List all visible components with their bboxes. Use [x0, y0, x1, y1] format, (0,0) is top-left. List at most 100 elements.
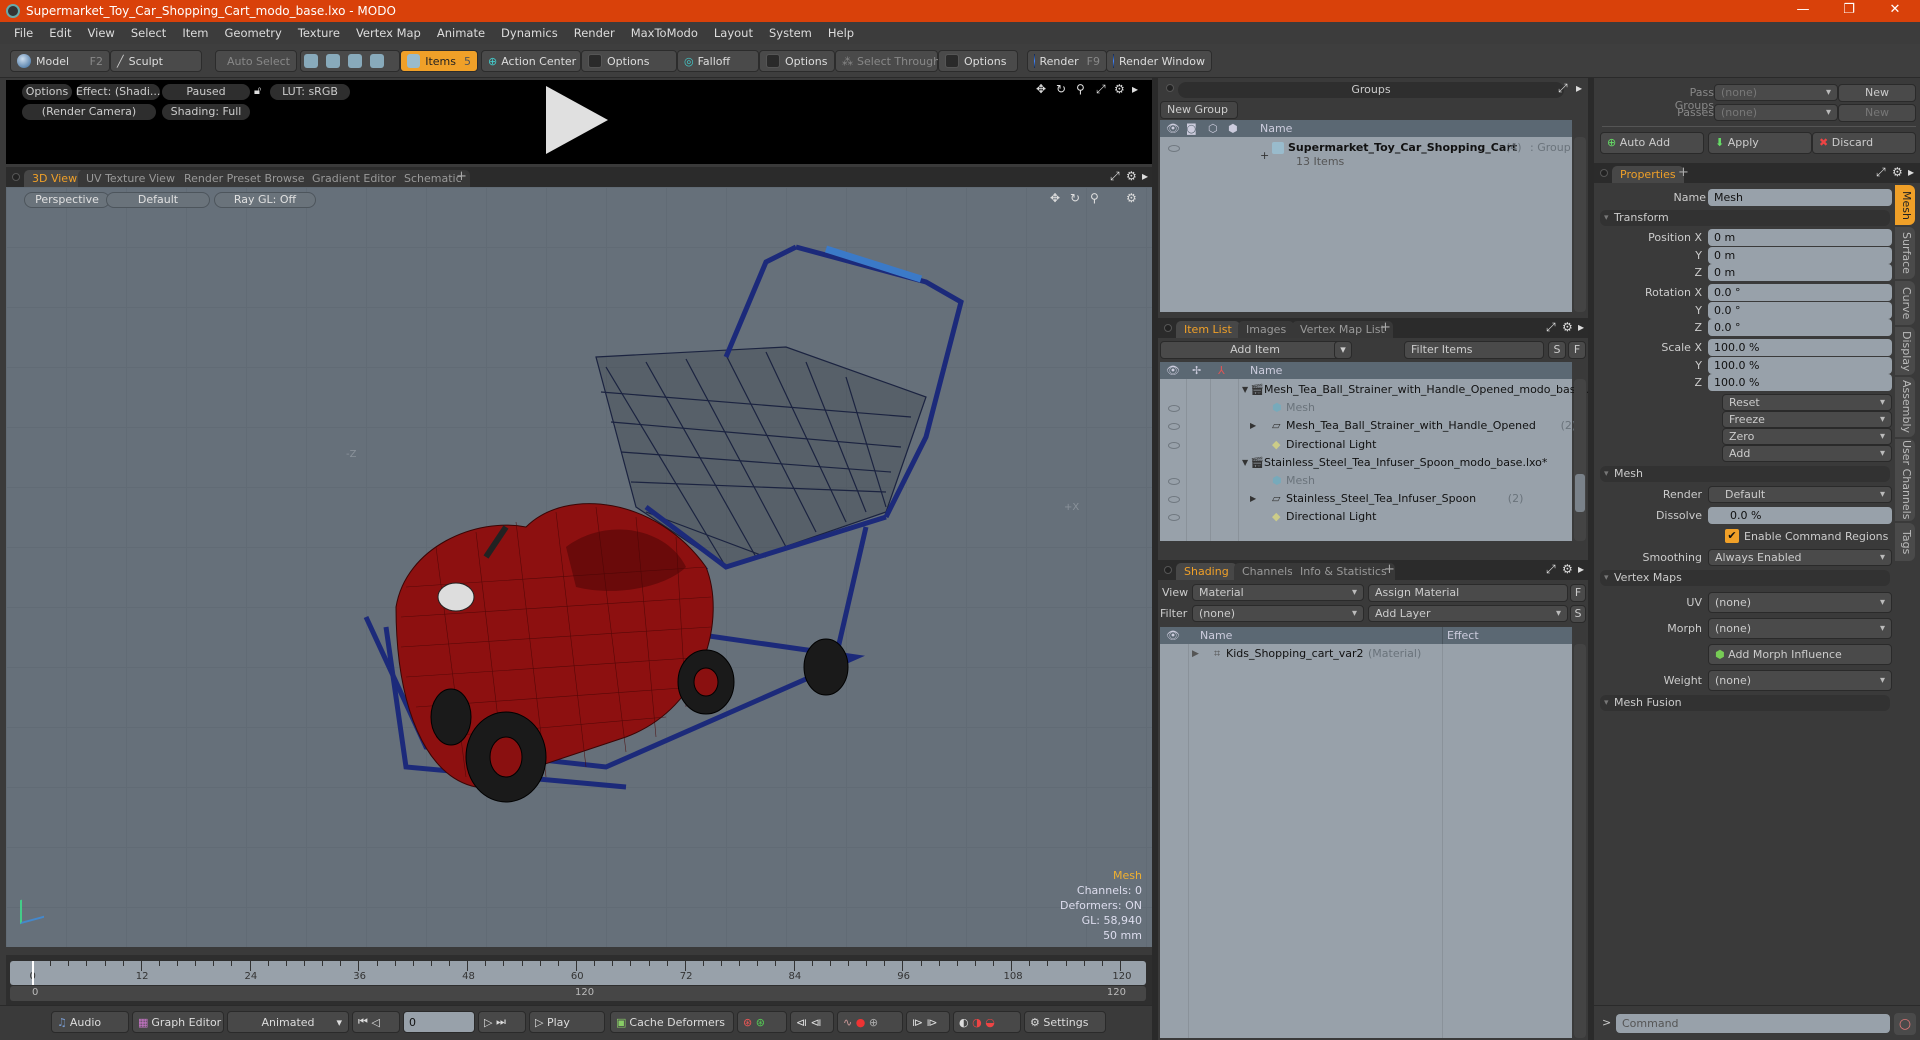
materials-mode-icon[interactable]: [370, 54, 384, 68]
expand-arrow-icon[interactable]: ▶: [1250, 490, 1256, 508]
next-key-buttons[interactable]: ⧐ ⧐: [906, 1011, 950, 1033]
scale-z-field[interactable]: 100.0 %: [1708, 374, 1892, 391]
pass-groups-dropdown[interactable]: (none): [1714, 84, 1838, 101]
render-button[interactable]: Render F9: [1027, 50, 1107, 72]
item-list-row[interactable]: ⬢ Mesh: [1160, 399, 1572, 417]
move-icon[interactable]: ✥: [1036, 82, 1046, 96]
filter-items-input[interactable]: Filter Items: [1404, 341, 1544, 359]
step-forward-icon[interactable]: ▷: [484, 1016, 492, 1029]
add-tab-icon[interactable]: +: [1380, 320, 1391, 335]
eye-icon[interactable]: [1168, 145, 1180, 152]
menu-vertex-map[interactable]: Vertex Map: [356, 26, 421, 40]
prev-key2-icon[interactable]: ⧏: [811, 1016, 822, 1029]
tab-images[interactable]: Images: [1238, 321, 1295, 338]
name-field[interactable]: Mesh: [1708, 189, 1892, 206]
action-center-options-button[interactable]: Options: [581, 50, 677, 72]
jump-start-buttons[interactable]: ⏮ ◁: [352, 1011, 400, 1033]
jump-end-buttons[interactable]: ▷ ⏭: [478, 1011, 526, 1033]
frame-input[interactable]: 0: [403, 1011, 475, 1033]
falloff-button[interactable]: ◎ Falloff: [677, 50, 759, 72]
filter-f-button[interactable]: F: [1568, 341, 1586, 359]
tab-item-list[interactable]: Item List: [1176, 321, 1240, 338]
mesh-fusion-section[interactable]: Mesh Fusion: [1600, 695, 1890, 711]
minimize-button[interactable]: —: [1780, 0, 1826, 22]
menu-animate[interactable]: Animate: [437, 26, 485, 40]
position-z-field[interactable]: 0 m: [1708, 264, 1892, 281]
tab-shading[interactable]: Shading: [1176, 563, 1237, 580]
position-x-field[interactable]: 0 m: [1708, 229, 1892, 246]
menu-file[interactable]: File: [14, 26, 33, 40]
passes-dropdown[interactable]: (none): [1714, 104, 1838, 121]
add-item-dropdown-icon[interactable]: ▾: [1334, 341, 1352, 359]
record-macro-icon[interactable]: ○: [1894, 1013, 1916, 1035]
zero-dropdown[interactable]: Zero: [1722, 428, 1892, 445]
collapse-arrow-icon[interactable]: ▼: [1242, 454, 1248, 472]
menu-help[interactable]: Help: [828, 26, 854, 40]
item-list-row[interactable]: ⬢ Mesh: [1160, 472, 1572, 490]
mesh-section[interactable]: Mesh: [1600, 466, 1890, 482]
name-column-header[interactable]: Name: [1200, 627, 1232, 644]
item-list-row[interactable]: ◆ Directional Light: [1160, 508, 1572, 526]
key-tool1-icon[interactable]: ◐: [959, 1016, 969, 1029]
key-buttons[interactable]: ⊛ ⊛: [737, 1011, 787, 1033]
menu-texture[interactable]: Texture: [298, 26, 340, 40]
tab-properties[interactable]: Properties: [1612, 166, 1684, 183]
item-list-row[interactable]: ▼ 🎬︎ Mesh_Tea_Ball_Strainer_with_Handle_Op…: [1160, 381, 1589, 399]
side-tab-display[interactable]: Display: [1895, 327, 1915, 375]
command-input[interactable]: Command: [1616, 1014, 1890, 1033]
group-row[interactable]: + Supermarket_Toy_Car_Shopping_Cart (4) …: [1160, 139, 1572, 173]
item-list-row[interactable]: ▼ 🎬︎ Stainless_Steel_Tea_Infuser_Spoon_mod…: [1160, 454, 1572, 472]
expand-arrow-icon[interactable]: ▶: [1192, 645, 1199, 663]
position-y-field[interactable]: 0 m: [1708, 247, 1892, 264]
menu-layout[interactable]: Layout: [714, 26, 753, 40]
material-row[interactable]: ▶ ⌗ Kids_Shopping_cart_var2 (Material): [1160, 645, 1572, 663]
model-mode-button[interactable]: Model F2: [10, 50, 110, 72]
transform-column-icon[interactable]: ✢: [1192, 362, 1201, 379]
assign-material-button[interactable]: Assign Material: [1368, 584, 1568, 602]
step-back-icon[interactable]: ◁: [371, 1016, 379, 1029]
side-tab-assembly[interactable]: Assembly: [1895, 377, 1915, 437]
render-dropdown[interactable]: Default: [1708, 486, 1892, 503]
menu-maxtomodo[interactable]: MaxToModo: [631, 26, 698, 40]
maximize-icon[interactable]: ⤢: [1558, 81, 1568, 96]
smoothing-dropdown[interactable]: Always Enabled: [1708, 549, 1892, 566]
groups-scrollbar[interactable]: [1574, 137, 1586, 312]
apply-button[interactable]: ⬇ Apply: [1708, 132, 1812, 154]
eye-icon[interactable]: [1168, 478, 1180, 485]
side-tab-tags[interactable]: Tags: [1895, 523, 1915, 561]
prev-key-icon[interactable]: ⧏: [796, 1016, 807, 1029]
rotate-icon[interactable]: ↻: [1056, 82, 1066, 96]
cache-deformers-button[interactable]: ▣ Cache Deformers: [610, 1011, 734, 1033]
tab-vertex-map-list[interactable]: Vertex Map List: [1292, 321, 1393, 338]
tab-uv-texture-view[interactable]: UV Texture View: [78, 170, 183, 187]
polygons-mode-icon[interactable]: [348, 54, 362, 68]
axis-column-icon[interactable]: ⅄: [1218, 362, 1225, 379]
edges-mode-icon[interactable]: [326, 54, 340, 68]
timeline-range-bar[interactable]: 0 120 120: [10, 986, 1146, 1001]
eye-icon[interactable]: [1168, 423, 1180, 431]
shopping-cart-model[interactable]: [6, 187, 1152, 947]
action-center-button[interactable]: ⊕ Action Center: [481, 50, 581, 72]
menu-item[interactable]: Item: [182, 26, 208, 40]
reset-dropdown[interactable]: Reset: [1722, 394, 1892, 411]
preview-camera-dropdown[interactable]: (Render Camera): [22, 104, 156, 120]
new-pass-button[interactable]: New: [1838, 104, 1916, 122]
arrow-right-icon[interactable]: ▸: [1578, 562, 1584, 576]
filter-dropdown[interactable]: (none): [1192, 605, 1364, 622]
new-pass-group-button[interactable]: New: [1838, 84, 1916, 102]
animated-dropdown[interactable]: Animated ▾: [227, 1011, 349, 1033]
key-tool2-icon[interactable]: ◑: [972, 1016, 982, 1029]
menu-edit[interactable]: Edit: [49, 26, 71, 40]
arrow-right-icon[interactable]: ▸: [1142, 169, 1148, 183]
gear-icon[interactable]: ⚙: [1892, 165, 1903, 179]
visibility-column-icon[interactable]: 👁︎: [1166, 362, 1180, 379]
visibility-column-icon[interactable]: 👁︎: [1166, 627, 1180, 644]
tab-gradient-editor[interactable]: Gradient Editor: [304, 170, 404, 187]
eye-icon[interactable]: [1168, 405, 1180, 413]
side-tab-curve[interactable]: Curve: [1895, 281, 1915, 325]
audio-button[interactable]: ♫ Audio: [51, 1011, 129, 1033]
item-list-row[interactable]: ▶ ▱ Mesh_Tea_Ball_Strainer_with_Handle_Ope…: [1160, 417, 1576, 435]
sculpt-mode-button[interactable]: ╱ Sculpt: [110, 50, 202, 72]
arrow-right-icon[interactable]: ▸: [1578, 320, 1584, 334]
eye-icon[interactable]: [1168, 514, 1180, 522]
